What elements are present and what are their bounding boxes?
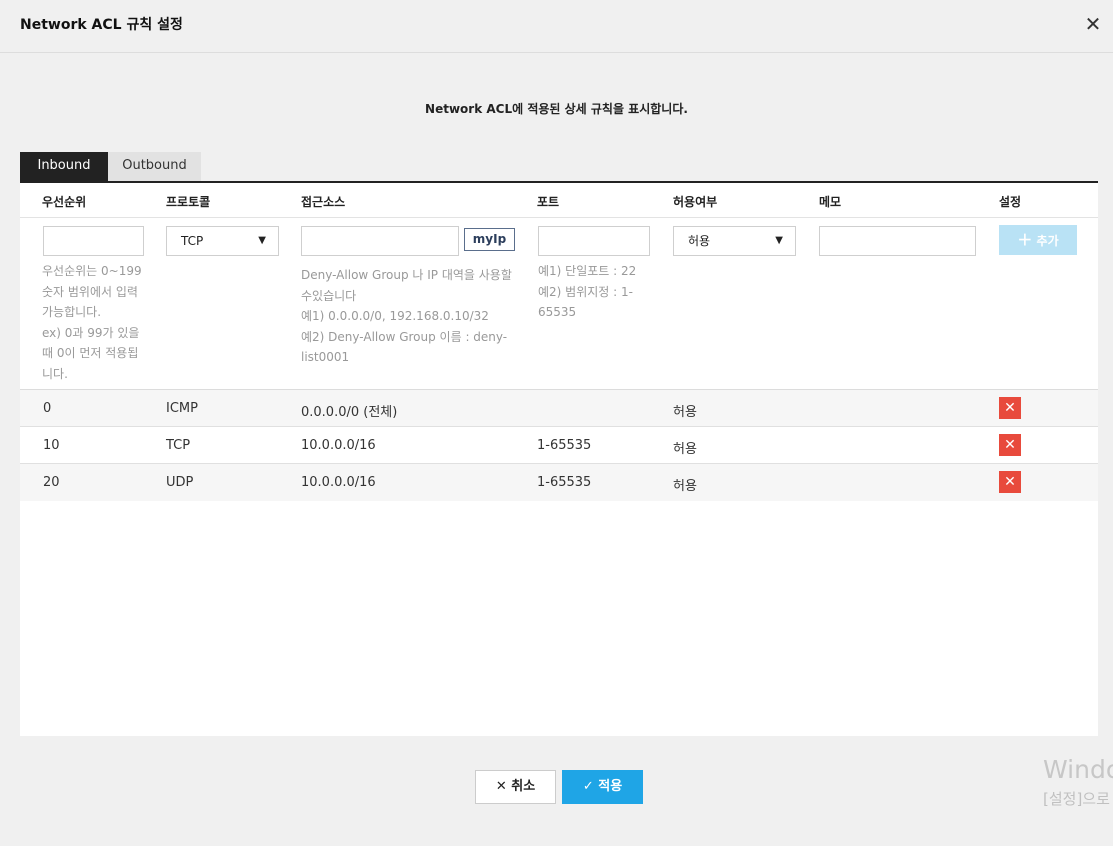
tab-inbound[interactable]: Inbound xyxy=(20,152,108,182)
table-header: 우선순위 프로토콜 접근소스 포트 허용여부 메모 설정 xyxy=(20,183,1098,218)
column-port: 포트 xyxy=(537,195,560,209)
allow-selected-value: 허용 xyxy=(688,234,711,248)
cancel-label: 취소 xyxy=(511,779,536,794)
dialog-title: Network ACL 규칙 설정 xyxy=(20,17,183,33)
delete-icon[interactable]: ✕ xyxy=(999,397,1021,419)
check-icon: ✓ xyxy=(582,779,594,794)
cell-priority: 10 xyxy=(43,438,60,453)
tab-bar: Inbound Outbound xyxy=(20,152,201,182)
hint-line: 때 0이 먼저 적용됩 xyxy=(42,346,139,360)
apply-label: 적용 xyxy=(598,779,623,794)
cell-port: 1-65535 xyxy=(537,475,592,490)
myip-button[interactable]: myIp xyxy=(464,228,515,251)
source-hint: Deny-Allow Group 나 IP 대역을 사용할 수있습니다 예1) … xyxy=(301,265,526,368)
hint-line: 가능합니다. xyxy=(42,305,102,319)
table-row: 10 TCP 10.0.0.0/16 1-65535 허용 ✕ xyxy=(20,427,1098,464)
hint-line: 수있습니다 xyxy=(301,288,357,303)
windows-watermark-sub: [설정]으로 xyxy=(1043,790,1110,808)
delete-icon[interactable]: ✕ xyxy=(999,471,1021,493)
column-settings: 설정 xyxy=(999,195,1022,209)
hint-line: 숫자 범위에서 입력 xyxy=(42,284,138,299)
close-icon[interactable]: ✕ xyxy=(1082,12,1104,36)
column-priority: 우선순위 xyxy=(42,195,87,209)
cell-allow: 허용 xyxy=(673,442,697,457)
column-allow: 허용여부 xyxy=(673,195,718,209)
cancel-button[interactable]: ✕ 취소 xyxy=(475,770,556,804)
priority-hint: 우선순위는 0~199 숫자 범위에서 입력 가능합니다. ex) 0과 99가… xyxy=(42,261,152,384)
protocol-selected-value: TCP xyxy=(181,234,204,248)
port-hint: 예1) 단일포트 : 22 예2) 범위지정 : 1- 65535 xyxy=(538,261,653,323)
priority-input[interactable] xyxy=(43,226,144,256)
apply-button[interactable]: ✓ 적용 xyxy=(562,770,643,804)
caret-down-icon: ▼ xyxy=(775,235,783,246)
hint-line: 65535 xyxy=(538,305,577,319)
cell-allow: 허용 xyxy=(673,405,697,420)
hint-line: 니다. xyxy=(42,366,68,381)
hint-line: 예1) 0.0.0.0/0, 192.168.0.10/32 xyxy=(301,309,489,323)
cell-priority: 0 xyxy=(43,401,52,416)
cell-protocol: TCP xyxy=(166,438,191,453)
port-input[interactable] xyxy=(538,226,650,256)
windows-watermark: Windo xyxy=(1043,755,1113,784)
new-rule-row: TCP ▼ myIp 허용 ▼ ＋ 추가 우선순위는 0~199 숫자 범위에서… xyxy=(20,218,1098,390)
cell-protocol: ICMP xyxy=(166,401,198,416)
table-row: 0 ICMP 0.0.0.0/0 (전체) 허용 ✕ xyxy=(20,390,1098,427)
hint-line: 예1) 단일포트 : 22 xyxy=(538,264,637,278)
cell-port: 1-65535 xyxy=(537,438,592,453)
hint-line: Deny-Allow Group 나 IP 대역을 사용할 xyxy=(301,268,512,282)
protocol-select[interactable]: TCP ▼ xyxy=(166,226,279,256)
close-icon: ✕ xyxy=(495,779,507,794)
add-rule-button[interactable]: ＋ 추가 xyxy=(999,225,1077,255)
cell-allow: 허용 xyxy=(673,479,697,494)
table-row: 20 UDP 10.0.0.0/16 1-65535 허용 ✕ xyxy=(20,464,1098,501)
column-protocol: 프로토콜 xyxy=(166,195,211,209)
dialog-description: Network ACL에 적용된 상세 규칙을 표시합니다. xyxy=(425,102,688,116)
dialog-header: Network ACL 규칙 설정 ✕ xyxy=(0,0,1113,53)
hint-line: 우선순위는 0~199 xyxy=(42,264,142,278)
hint-line: ex) 0과 99가 있을 xyxy=(42,325,140,340)
hint-line: list0001 xyxy=(301,350,350,364)
cell-priority: 20 xyxy=(43,475,60,490)
plus-icon: ＋ xyxy=(1017,231,1033,249)
memo-input[interactable] xyxy=(819,226,976,256)
cell-protocol: UDP xyxy=(166,475,194,490)
hint-line: 예2) 범위지정 : 1- xyxy=(538,284,633,299)
column-source: 접근소스 xyxy=(301,195,346,209)
tab-outbound[interactable]: Outbound xyxy=(108,152,201,182)
column-memo: 메모 xyxy=(819,195,842,209)
cell-source: 10.0.0.0/16 xyxy=(301,438,376,453)
cell-source: 0.0.0.0/0 (전체) xyxy=(301,405,398,420)
allow-select[interactable]: 허용 ▼ xyxy=(673,226,796,256)
add-label: 추가 xyxy=(1036,234,1059,248)
caret-down-icon: ▼ xyxy=(258,235,266,246)
delete-icon[interactable]: ✕ xyxy=(999,434,1021,456)
cell-source: 10.0.0.0/16 xyxy=(301,475,376,490)
rules-panel: 우선순위 프로토콜 접근소스 포트 허용여부 메모 설정 TCP ▼ myIp … xyxy=(20,181,1098,736)
source-input[interactable] xyxy=(301,226,459,256)
hint-line: 예2) Deny-Allow Group 이름 : deny- xyxy=(301,329,508,344)
